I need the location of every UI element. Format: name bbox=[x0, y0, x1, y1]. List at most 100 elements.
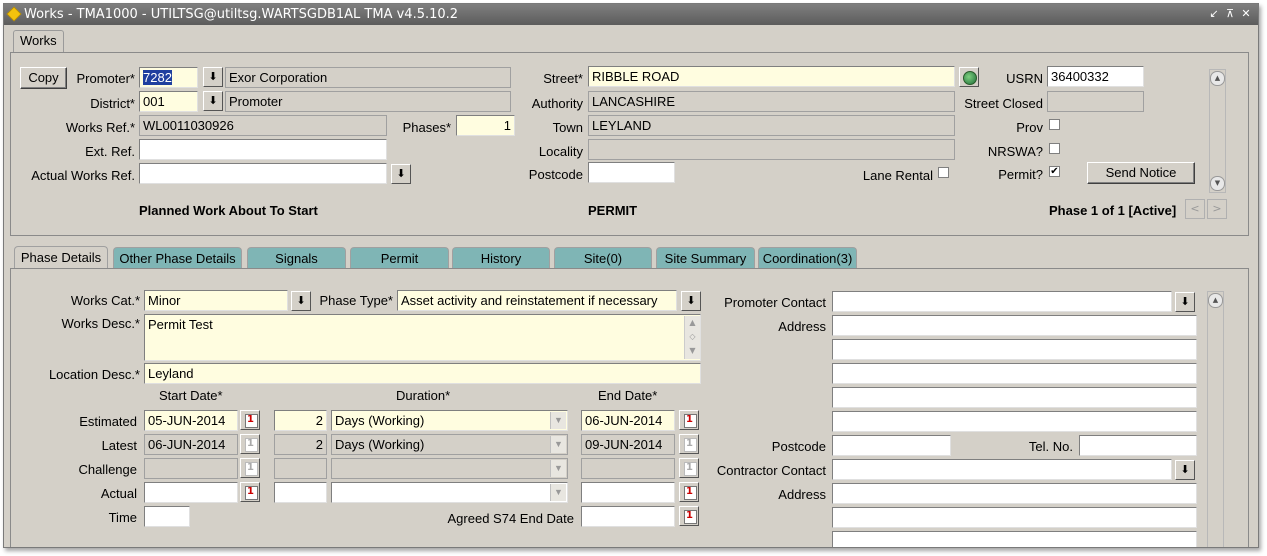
prov-checkbox[interactable] bbox=[1049, 119, 1060, 130]
title-bar: Works - TMA1000 - UTILTSG@utiltsg.WARTSG… bbox=[4, 4, 1258, 25]
time-label: Time bbox=[108, 510, 137, 525]
calendar-icon[interactable] bbox=[679, 506, 699, 526]
ext-ref-field[interactable] bbox=[139, 139, 387, 160]
locality-label: Locality bbox=[538, 144, 583, 159]
works-window: Works - TMA1000 - UTILTSG@utiltsg.WARTSG… bbox=[3, 3, 1259, 548]
calendar-icon[interactable] bbox=[679, 482, 699, 502]
district-lov-icon[interactable] bbox=[203, 91, 223, 111]
address-line-5[interactable] bbox=[832, 411, 1197, 432]
phase-details-scrollbar[interactable]: ▲ bbox=[1207, 291, 1224, 547]
scroll-up-icon[interactable]: ▲ bbox=[1210, 71, 1225, 86]
actual-end-field[interactable] bbox=[581, 482, 675, 503]
district-code-field[interactable]: 001 bbox=[139, 91, 198, 112]
challenge-start-field bbox=[144, 458, 238, 479]
actual-duration-field[interactable] bbox=[274, 482, 327, 503]
tab-site[interactable]: Site(0) bbox=[554, 247, 652, 270]
address-line-4[interactable] bbox=[832, 387, 1197, 408]
start-date-header: Start Date* bbox=[159, 388, 223, 403]
next-phase-button[interactable]: > bbox=[1207, 199, 1227, 219]
phase-type-lov-icon[interactable] bbox=[681, 291, 701, 311]
contractor-contact-field[interactable] bbox=[832, 459, 1172, 480]
maximize-icon[interactable]: ⊼ bbox=[1223, 7, 1237, 21]
lane-rental-label: Lane Rental bbox=[862, 168, 933, 183]
time-field[interactable] bbox=[144, 506, 190, 527]
street-field[interactable]: RIBBLE ROAD bbox=[588, 66, 955, 87]
works-header-panel: Copy Promoter* 7282 Exor Corporation Dis… bbox=[10, 52, 1249, 236]
contractor-address-line-3[interactable] bbox=[832, 531, 1197, 547]
tab-site-summary[interactable]: Site Summary bbox=[656, 247, 755, 270]
contractor-address-line-2[interactable] bbox=[832, 507, 1197, 528]
estimated-start-field[interactable]: 05-JUN-2014 bbox=[144, 410, 238, 431]
calendar-icon[interactable] bbox=[240, 482, 260, 502]
calendar-icon[interactable] bbox=[240, 410, 260, 430]
tab-coordination[interactable]: Coordination(3) bbox=[758, 247, 857, 270]
header-scrollbar[interactable]: ▲ ▼ bbox=[1209, 69, 1226, 193]
actual-works-ref-field[interactable] bbox=[139, 163, 387, 184]
phase-details-panel: Works Cat.* Minor Phase Type* Asset acti… bbox=[10, 268, 1249, 547]
contractor-address-label: Address bbox=[778, 487, 826, 502]
lane-rental-checkbox[interactable] bbox=[938, 167, 949, 178]
challenge-duration-field bbox=[274, 458, 327, 479]
actual-unit-select[interactable]: ▼ bbox=[331, 482, 568, 503]
actual-works-ref-lov-icon[interactable] bbox=[391, 164, 411, 184]
phases-label: Phases* bbox=[402, 120, 451, 135]
works-desc-scrollbar[interactable]: ▲ ◇ ▼ bbox=[684, 316, 700, 359]
nrswa-label: NRSWA? bbox=[987, 144, 1043, 159]
tab-permit[interactable]: Permit bbox=[350, 247, 449, 270]
promoter-label: Promoter* bbox=[76, 71, 135, 86]
scroll-down-icon[interactable]: ▼ bbox=[1210, 176, 1225, 191]
works-ref-field: WL0011030926 bbox=[139, 115, 387, 136]
street-closed-label: Street Closed bbox=[964, 96, 1043, 111]
nrswa-checkbox[interactable] bbox=[1049, 143, 1060, 154]
tel-no-label: Tel. No. bbox=[1028, 439, 1073, 454]
prev-phase-button[interactable]: < bbox=[1185, 199, 1205, 219]
promoter-contact-field[interactable] bbox=[832, 291, 1172, 312]
contractor-address-line-1[interactable] bbox=[832, 483, 1197, 504]
promoter-code-field[interactable]: 7282 bbox=[139, 67, 198, 88]
tab-other-phase-details[interactable]: Other Phase Details bbox=[113, 247, 242, 270]
latest-start-field: 06-JUN-2014 bbox=[144, 434, 238, 455]
promoter-contact-label: Promoter Contact bbox=[724, 295, 826, 310]
postcode-field[interactable] bbox=[588, 162, 675, 183]
address-line-1[interactable] bbox=[832, 315, 1197, 336]
address-line-3[interactable] bbox=[832, 363, 1197, 384]
estimated-unit-select[interactable]: Days (Working) ▼ bbox=[331, 410, 568, 431]
contractor-contact-lov-icon[interactable] bbox=[1175, 460, 1195, 480]
address-line-2[interactable] bbox=[832, 339, 1197, 360]
latest-label: Latest bbox=[101, 438, 137, 453]
tab-works[interactable]: Works bbox=[13, 30, 64, 52]
minimize-icon[interactable]: ↙ bbox=[1207, 7, 1221, 21]
usrn-field[interactable]: 36400332 bbox=[1047, 66, 1144, 87]
estimated-end-field[interactable]: 06-JUN-2014 bbox=[581, 410, 675, 431]
agreed-s74-field[interactable] bbox=[581, 506, 675, 527]
estimated-duration-field[interactable]: 2 bbox=[274, 410, 327, 431]
app-icon bbox=[6, 6, 22, 22]
send-notice-button[interactable]: Send Notice bbox=[1087, 162, 1195, 184]
works-type-text: PERMIT bbox=[588, 203, 638, 218]
permit-checkbox[interactable]: ✔ bbox=[1049, 166, 1060, 177]
phase-type-label: Phase Type* bbox=[319, 293, 393, 308]
location-desc-field[interactable]: Leyland bbox=[144, 363, 701, 384]
contractor-contact-label: Contractor Contact bbox=[716, 463, 826, 478]
actual-start-field[interactable] bbox=[144, 482, 238, 503]
locality-field bbox=[588, 139, 955, 160]
contact-postcode-field[interactable] bbox=[832, 435, 951, 456]
actual-works-ref-label: Actual Works Ref. bbox=[31, 168, 135, 183]
tel-no-field[interactable] bbox=[1079, 435, 1197, 456]
works-desc-textarea[interactable]: Permit Test bbox=[144, 314, 701, 361]
works-status-text: Planned Work About To Start bbox=[139, 203, 318, 218]
promoter-contact-lov-icon[interactable] bbox=[1175, 292, 1195, 312]
copy-button[interactable]: Copy bbox=[20, 67, 67, 89]
scroll-up-icon[interactable]: ▲ bbox=[1208, 293, 1223, 308]
latest-duration-field: 2 bbox=[274, 434, 327, 455]
promoter-lov-icon[interactable] bbox=[203, 67, 223, 87]
works-cat-field[interactable]: Minor bbox=[144, 290, 288, 311]
tab-signals[interactable]: Signals bbox=[247, 247, 346, 270]
close-icon[interactable]: ✕ bbox=[1239, 7, 1253, 21]
authority-label: Authority bbox=[531, 96, 583, 111]
phase-type-field[interactable]: Asset activity and reinstatement if nece… bbox=[397, 290, 677, 311]
calendar-icon bbox=[240, 434, 260, 454]
challenge-end-field bbox=[581, 458, 675, 479]
tab-history[interactable]: History bbox=[452, 247, 550, 270]
calendar-icon[interactable] bbox=[679, 410, 699, 430]
